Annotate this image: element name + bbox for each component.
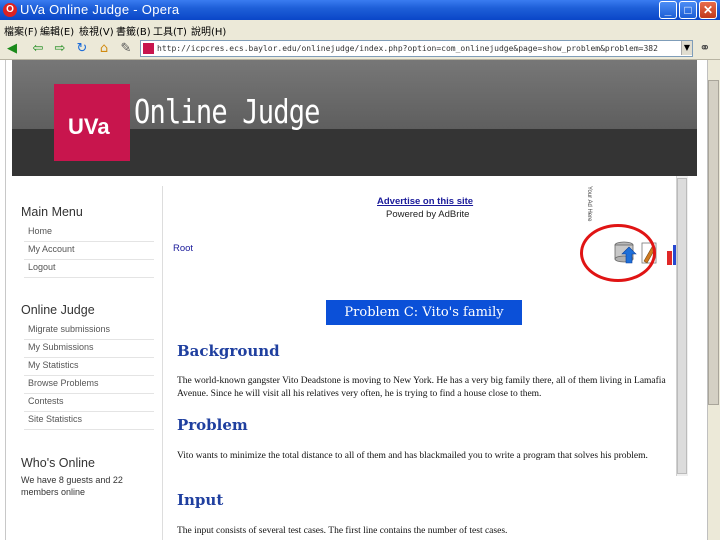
section-text-background: The world-known gangster Vito Deadstone … bbox=[177, 376, 666, 399]
menu-edit[interactable]: 編輯(E) bbox=[40, 23, 74, 38]
section-text-problem: Vito wants to minimize the total distanc… bbox=[177, 451, 648, 461]
site-title: Online Judge bbox=[134, 92, 320, 131]
site-favicon-icon bbox=[143, 43, 154, 54]
window-title: UVa Online Judge - Opera bbox=[20, 2, 180, 17]
address-url: http://icpcres.ecs.baylor.edu/onlinejudg… bbox=[157, 44, 658, 53]
sidebar-item-contests[interactable]: Contests bbox=[24, 394, 154, 412]
menubar: 檔案(F) 編輯(E) 檢視(V) 書籤(B) 工具(T) 說明(H) bbox=[0, 20, 720, 38]
reload-icon[interactable]: ↻ bbox=[74, 41, 90, 57]
breadcrumb-root[interactable]: Root bbox=[173, 243, 193, 254]
address-bar[interactable]: http://icpcres.ecs.baylor.edu/onlinejudg… bbox=[140, 40, 693, 57]
sidebar-item-site-statistics[interactable]: Site Statistics bbox=[24, 412, 154, 430]
main-menu-heading: Main Menu bbox=[21, 205, 83, 219]
outer-scrollbar-thumb[interactable] bbox=[708, 80, 719, 405]
sidebar-divider bbox=[162, 186, 163, 540]
forward-icon[interactable]: ⇨ bbox=[52, 41, 68, 57]
highlight-annotation-circle bbox=[580, 224, 656, 282]
inner-scrollbar-thumb[interactable] bbox=[677, 178, 687, 474]
menu-tools[interactable]: 工具(T) bbox=[153, 23, 187, 38]
online-judge-heading: Online Judge bbox=[21, 303, 95, 317]
menu-bookmarks[interactable]: 書籤(B) bbox=[116, 23, 151, 38]
back-icon[interactable]: ◀ bbox=[4, 41, 20, 57]
ad-vertical-text: Your Ad Here bbox=[586, 186, 592, 222]
address-dropdown-icon[interactable]: ▼ bbox=[681, 41, 692, 55]
sidebar-item-migrate[interactable]: Migrate submissions bbox=[24, 322, 154, 340]
page-left-edge bbox=[0, 60, 6, 540]
minimize-button[interactable]: _ bbox=[659, 1, 677, 19]
sidebar-item-logout[interactable]: Logout bbox=[24, 260, 154, 278]
section-heading-problem: Problem bbox=[177, 416, 248, 434]
menu-file[interactable]: 檔案(F) bbox=[4, 23, 38, 38]
powered-by-text: Powered by AdBrite bbox=[386, 209, 470, 220]
advertise-link[interactable]: Advertise on this site bbox=[377, 196, 473, 207]
home-icon[interactable]: ⌂ bbox=[96, 41, 112, 57]
section-heading-background: Background bbox=[177, 342, 280, 360]
uva-logo[interactable]: UVa bbox=[54, 84, 130, 161]
sidebar-item-my-submissions[interactable]: My Submissions bbox=[24, 340, 154, 358]
sidebar-item-home[interactable]: Home bbox=[24, 224, 154, 242]
edit-icon[interactable]: ✎ bbox=[118, 41, 134, 57]
sidebar-item-my-statistics[interactable]: My Statistics bbox=[24, 358, 154, 376]
navigation-toolbar: ◀ ⇦ ⇨ ↻ ⌂ ✎ http://icpcres.ecs.baylor.ed… bbox=[0, 38, 720, 60]
close-button[interactable]: ✕ bbox=[699, 1, 717, 19]
section-text-input: The input consists of several test cases… bbox=[177, 526, 508, 536]
whos-online-text: We have 8 guests and 22 members online bbox=[21, 475, 123, 497]
whos-online-heading: Who's Online bbox=[21, 456, 95, 470]
logo-text: UVa bbox=[68, 114, 110, 139]
sidebar-item-browse-problems[interactable]: Browse Problems bbox=[24, 376, 154, 394]
sidebar-item-my-account[interactable]: My Account bbox=[24, 242, 154, 260]
window-titlebar: O UVa Online Judge - Opera _ □ ✕ bbox=[0, 0, 720, 20]
section-heading-input: Input bbox=[177, 491, 224, 509]
maximize-button[interactable]: □ bbox=[679, 1, 697, 19]
search-binoculars-icon[interactable]: ⚭ bbox=[697, 41, 713, 57]
menu-help[interactable]: 說明(H) bbox=[191, 23, 226, 38]
menu-view[interactable]: 檢視(V) bbox=[79, 23, 114, 38]
problem-title: Problem C: Vito's family bbox=[326, 300, 522, 325]
back-arrow-icon[interactable]: ⇦ bbox=[30, 41, 46, 57]
opera-icon: O bbox=[3, 3, 17, 17]
